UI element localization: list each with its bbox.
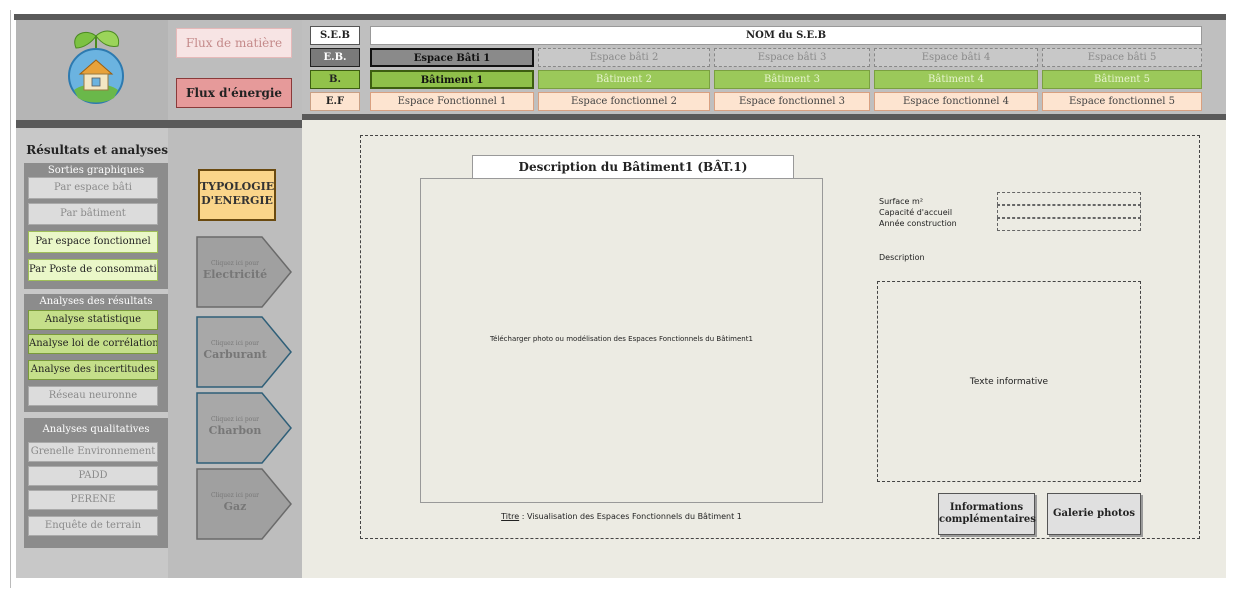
energy-hint: Cliquez ici pour [210, 492, 260, 499]
caption-prefix: Titre [501, 512, 520, 521]
energy-hint: Cliquez ici pour [210, 340, 260, 347]
row-label-eb: E.B. [310, 48, 360, 67]
energy-gaz-button[interactable]: Cliquez ici pour Gaz [196, 468, 292, 540]
btn-par-poste-consommation[interactable]: Par Poste de consommation [28, 259, 158, 281]
galerie-photos-button[interactable]: Galerie photos [1047, 493, 1141, 535]
energy-electricite-button[interactable]: Cliquez ici pour Electricité [196, 236, 292, 308]
logo-panel [16, 20, 168, 120]
btn-reseau-neuronne[interactable]: Réseau neuronne [28, 386, 158, 406]
label-capacite: Capacité d'accueil [879, 208, 953, 217]
row-label-seb: S.E.B [310, 26, 360, 45]
group-title: Analyses qualitatives [42, 424, 150, 435]
photo-caption: Titre : Visualisation des Espaces Foncti… [420, 512, 823, 521]
btn-par-espace-fonctionnel[interactable]: Par espace fonctionnel [28, 231, 158, 253]
annee-field[interactable] [997, 218, 1141, 231]
batiment-3[interactable]: Bâtiment 3 [714, 70, 870, 89]
energy-hint: Cliquez ici pour [210, 260, 260, 267]
informations-complementaires-button[interactable]: Informations complémentaires [938, 493, 1036, 535]
label-surface: Surface m² [879, 197, 924, 206]
btn-par-espace-bati[interactable]: Par espace bâti [28, 177, 158, 199]
description-textbox[interactable]: Texte informative [877, 281, 1141, 482]
btn-analyse-statistique[interactable]: Analyse statistique [28, 310, 158, 330]
btn-analyse-correlation[interactable]: Analyse loi de corrélation [28, 334, 158, 354]
espace-fonctionnel-4[interactable]: Espace fonctionnel 4 [874, 92, 1038, 111]
capacite-field[interactable] [997, 205, 1141, 218]
espace-fonctionnel-1[interactable]: Espace Fonctionnel 1 [370, 92, 534, 111]
batiment-1[interactable]: Bâtiment 1 [370, 70, 534, 89]
flux-matiere-button[interactable]: Flux de matière [176, 28, 292, 58]
btn-perene[interactable]: PERENE [28, 490, 158, 510]
flux-energie-button[interactable]: Flux d'énergie [176, 78, 292, 108]
btn-info-line2: complémentaires [939, 514, 1036, 525]
group-sorties-graphiques: Sorties graphiques Par espace bâti Par b… [24, 163, 168, 289]
group-title: Sorties graphiques [47, 165, 145, 176]
typologie-line1: TYPOLOGIE [200, 180, 275, 193]
header-grid: S.E.B E.B. B. E.F NOM du S.E.B Espace Bâ… [302, 20, 1226, 120]
photo-upload-area[interactable]: Télécharger photo ou modélisation des Es… [420, 178, 823, 503]
typologie-line2: D'ENERGIE [201, 194, 273, 207]
textbox-placeholder: Texte informative [969, 377, 1049, 387]
group-analyses-qualitatives: Analyses qualitatives Grenelle Environne… [24, 418, 168, 548]
espace-bati-5[interactable]: Espace bâti 5 [1042, 48, 1202, 67]
btn-enquete-terrain[interactable]: Enquête de terrain [28, 516, 158, 536]
row-label-ef: E.F [310, 92, 360, 111]
espace-bati-1[interactable]: Espace Bâti 1 [370, 48, 534, 67]
surface-field[interactable] [997, 192, 1141, 205]
espace-bati-3[interactable]: Espace bâti 3 [714, 48, 870, 67]
espace-bati-2[interactable]: Espace bâti 2 [538, 48, 710, 67]
nom-seb-field[interactable]: NOM du S.E.B [370, 26, 1202, 45]
espace-fonctionnel-2[interactable]: Espace fonctionnel 2 [538, 92, 710, 111]
group-analyses-resultats: Analyses des résultats Analyse statistiq… [24, 294, 168, 412]
description-label: Description [879, 253, 925, 262]
label-annee: Année construction [879, 219, 957, 228]
btn-info-line1: Informations [949, 502, 1024, 513]
energy-label: Charbon [208, 424, 262, 437]
espace-fonctionnel-5[interactable]: Espace fonctionnel 5 [1042, 92, 1202, 111]
energy-charbon-button[interactable]: Cliquez ici pour Charbon [196, 392, 292, 464]
group-title: Analyses des résultats [39, 296, 153, 307]
espace-bati-4[interactable]: Espace bâti 4 [874, 48, 1038, 67]
batiment-2[interactable]: Bâtiment 2 [538, 70, 710, 89]
row-label-b: B. [310, 70, 360, 89]
description-title: Description du Bâtiment1 (BÂT.1) [472, 155, 794, 179]
btn-padd[interactable]: PADD [28, 466, 158, 486]
energy-hint: Cliquez ici pour [210, 416, 260, 423]
energy-label: Gaz [223, 500, 247, 513]
photo-placeholder-text: Télécharger photo ou modélisation des Es… [490, 335, 753, 343]
caption-text: : Visualisation des Espaces Fonctionnels… [519, 512, 742, 521]
espace-fonctionnel-3[interactable]: Espace fonctionnel 3 [714, 92, 870, 111]
energy-label: Carburant [203, 348, 267, 361]
energy-label: Electricité [202, 268, 268, 281]
batiment-4[interactable]: Bâtiment 4 [874, 70, 1038, 89]
batiment-5[interactable]: Bâtiment 5 [1042, 70, 1202, 89]
energy-carburant-button[interactable]: Cliquez ici pour Carburant [196, 316, 292, 388]
btn-analyse-incertitudes[interactable]: Analyse des incertitudes [28, 360, 158, 380]
results-analyses-title: Résultats et analyses [26, 143, 168, 157]
typologie-energie-label: TYPOLOGIE D'ENERGIE [198, 169, 276, 221]
btn-par-batiment[interactable]: Par bâtiment [28, 203, 158, 225]
eco-house-icon [56, 26, 134, 106]
btn-grenelle[interactable]: Grenelle Environnement [28, 442, 158, 462]
